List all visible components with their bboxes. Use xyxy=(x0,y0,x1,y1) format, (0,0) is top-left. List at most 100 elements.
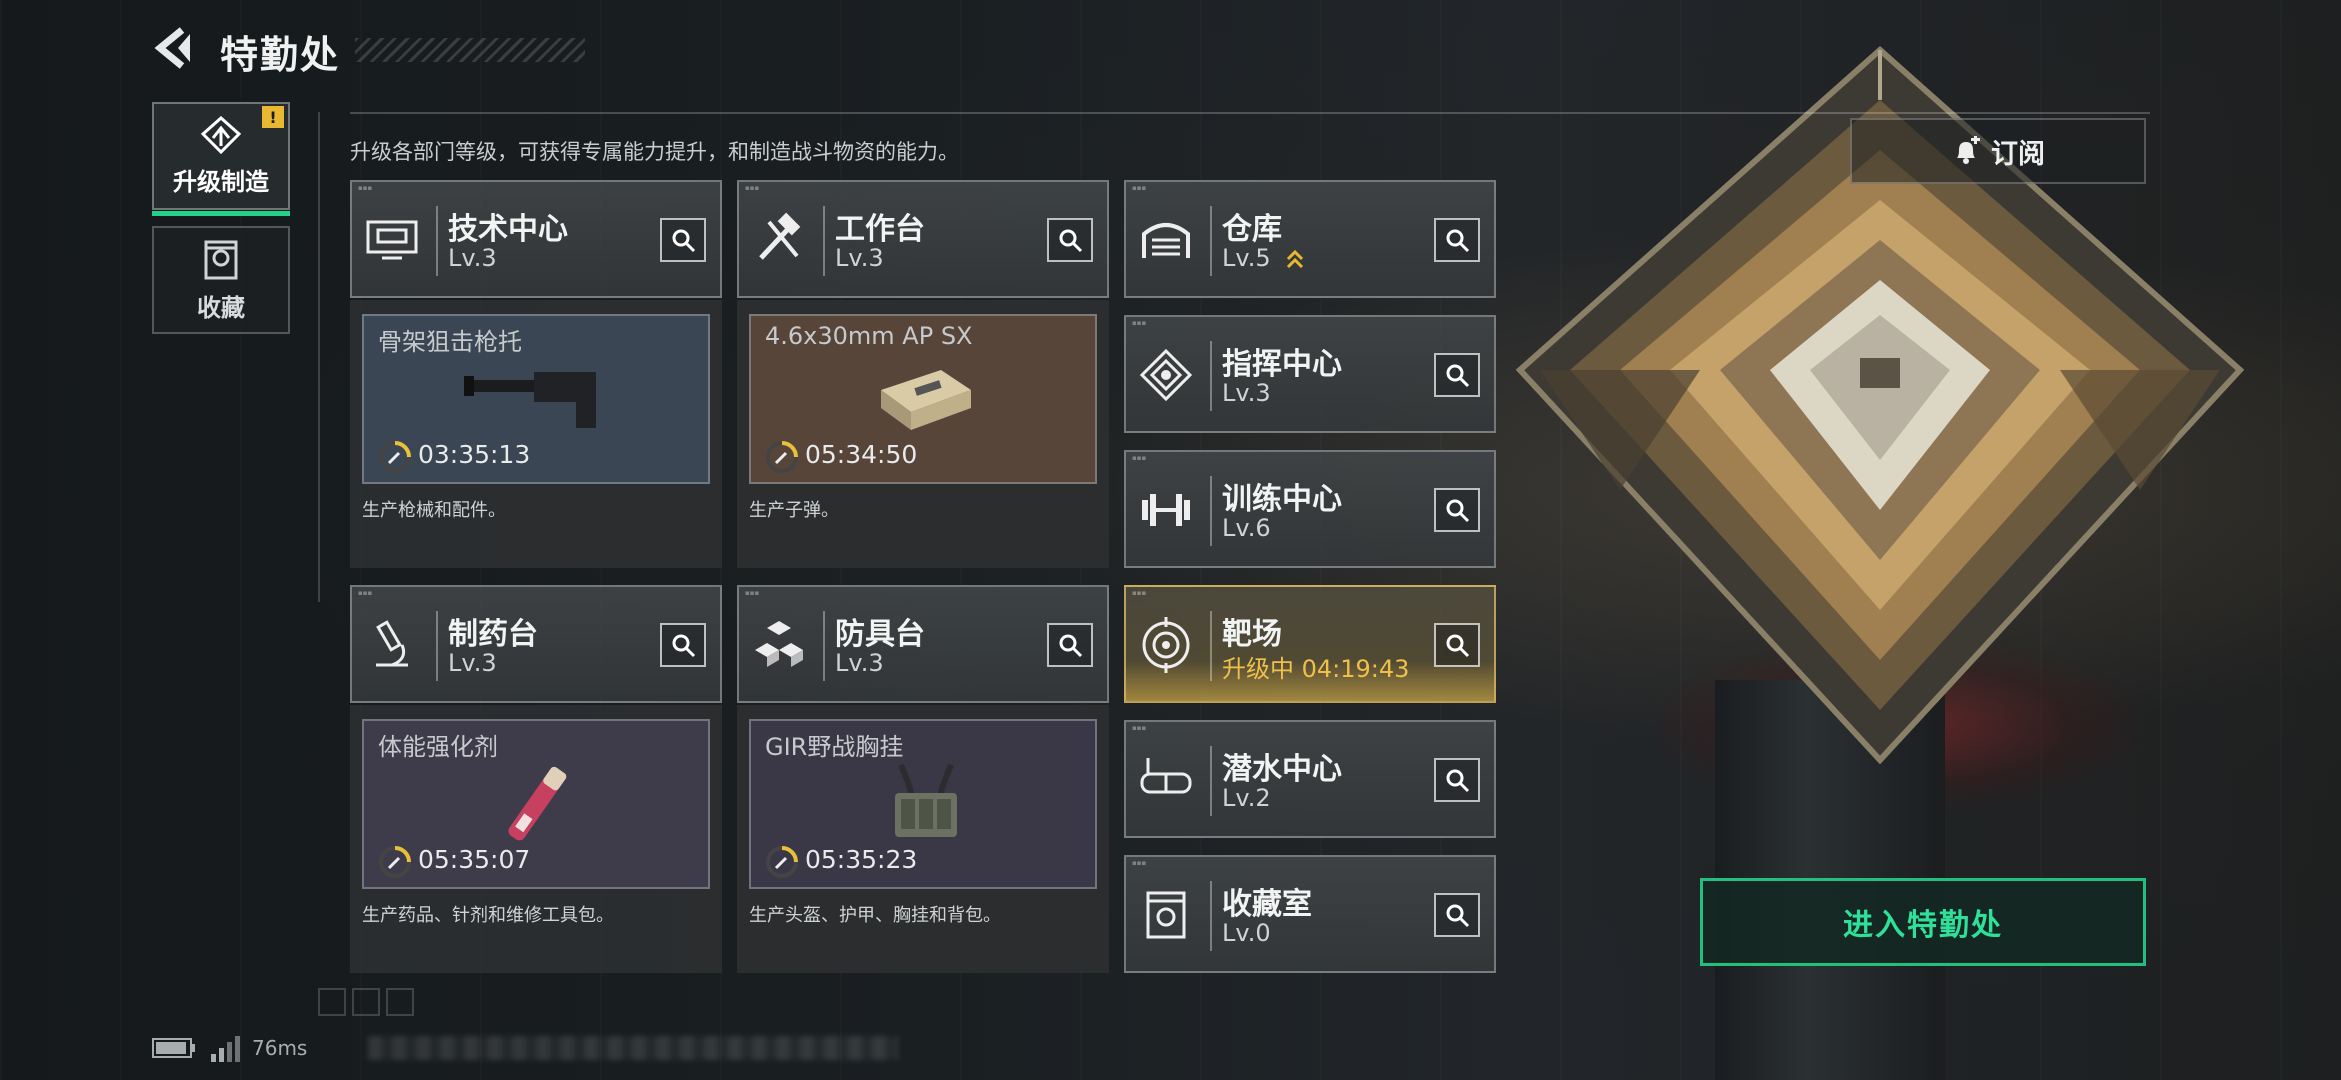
dept-training-center[interactable]: ▪▪▪ 训练中心 Lv.6 xyxy=(1124,450,1496,568)
production-slot-pharmacy[interactable]: 体能强化剂 05:35:07 生产药品、针剂和维修工具包。 xyxy=(350,705,722,973)
search-button[interactable] xyxy=(660,623,706,667)
production-item-box[interactable]: GIR野战胸挂 05:35:23 xyxy=(749,719,1097,889)
dept-name: 训练中心 xyxy=(1222,482,1342,517)
production-description: 生产子弹。 xyxy=(749,500,839,521)
production-item-box[interactable]: 体能强化剂 05:35:07 xyxy=(362,719,710,889)
armor-bench-icon xyxy=(755,621,803,667)
tab-collection-label: 收藏 xyxy=(197,293,245,322)
tab-upgrade-label: 升级制造 xyxy=(173,167,269,196)
production-item-name: GIR野战胸挂 xyxy=(765,733,904,761)
production-item-box[interactable]: 4.6x30mm AP SX 05:34:50 xyxy=(749,314,1097,484)
enter-special-ops-button[interactable]: 进入特勤处 xyxy=(1700,878,2146,966)
search-button[interactable] xyxy=(1434,893,1480,937)
card-separator xyxy=(1210,476,1212,546)
wrench-timer-icon xyxy=(379,441,411,473)
dept-warehouse[interactable]: ▪▪▪ 仓库 Lv.5 xyxy=(1124,180,1496,298)
dept-tech-center[interactable]: ▪▪▪ 技术中心 Lv.3 xyxy=(350,180,722,298)
dept-level-row: Lv.5 xyxy=(1222,244,1306,272)
card-tag: ▪▪▪ xyxy=(1132,589,1147,597)
card-separator xyxy=(1210,881,1212,951)
tab-upgrade-craft[interactable]: ! 升级制造 xyxy=(152,102,290,216)
search-icon xyxy=(1446,499,1470,523)
bell-plus-icon xyxy=(1957,136,1980,164)
dept-name: 靶场 xyxy=(1222,617,1282,652)
tech-center-icon xyxy=(366,220,418,260)
search-icon xyxy=(672,229,696,253)
dept-level: Lv.6 xyxy=(1222,514,1271,542)
signal-icon xyxy=(211,1036,240,1062)
dept-diving-center[interactable]: ▪▪▪ 潜水中心 Lv.2 xyxy=(1124,720,1496,838)
header-divider xyxy=(350,112,2150,114)
search-button[interactable] xyxy=(1434,353,1480,397)
search-button[interactable] xyxy=(660,218,706,262)
dept-name: 指挥中心 xyxy=(1222,347,1342,382)
decor-square xyxy=(386,988,414,1016)
subscribe-button[interactable]: 订阅 xyxy=(1850,118,2146,184)
ping-readout: 76ms xyxy=(252,1036,308,1060)
page-subtitle: 升级各部门等级，可获得专属能力提升，和制造战斗物资的能力。 xyxy=(350,140,959,164)
enter-button-label: 进入特勤处 xyxy=(1843,908,2003,943)
card-tag: ▪▪▪ xyxy=(1132,184,1147,192)
search-button[interactable] xyxy=(1434,623,1480,667)
dept-armor-bench[interactable]: ▪▪▪ 防具台 Lv.3 xyxy=(737,585,1109,703)
card-tag: ▪▪▪ xyxy=(1132,454,1147,462)
upgrade-chevron-icon xyxy=(1287,249,1304,269)
production-timer: 03:35:13 xyxy=(418,440,531,469)
battery-icon xyxy=(152,1038,195,1058)
dept-workbench[interactable]: ▪▪▪ 工作台 Lv.3 xyxy=(737,180,1109,298)
card-tag: ▪▪▪ xyxy=(358,589,373,597)
production-description: 生产药品、针剂和维修工具包。 xyxy=(362,905,614,926)
wrench-timer-icon xyxy=(766,441,798,473)
dept-name: 仓库 xyxy=(1222,212,1282,247)
production-item-name: 骨架狙击枪托 xyxy=(378,328,522,356)
search-icon xyxy=(1446,769,1470,793)
dept-command-center[interactable]: ▪▪▪ 指挥中心 Lv.3 xyxy=(1124,315,1496,433)
collection-room-icon xyxy=(1146,891,1186,939)
left-rail-divider xyxy=(318,112,320,602)
production-slot-armor-bench[interactable]: GIR野战胸挂 05:35:23 生产头盔、护甲、胸挂和背包。 xyxy=(737,705,1109,973)
wrench-timer-icon xyxy=(379,846,411,878)
tab-collection[interactable]: 收藏 xyxy=(152,226,290,334)
dept-level: Lv.3 xyxy=(835,649,884,677)
chest-rig-image xyxy=(895,763,957,837)
card-separator xyxy=(436,611,438,681)
page-title: 特勤处 xyxy=(220,33,341,77)
production-timer: 05:35:07 xyxy=(418,845,531,874)
dept-level: Lv.0 xyxy=(1222,919,1271,947)
status-bar: 76ms xyxy=(152,1032,307,1064)
dept-upgrade-timer: 升级中 04:19:43 xyxy=(1222,655,1410,683)
card-tag: ▪▪▪ xyxy=(745,184,760,192)
search-button[interactable] xyxy=(1434,758,1480,802)
blurred-info-strip xyxy=(368,1036,898,1060)
search-icon xyxy=(1446,904,1470,928)
decor-square xyxy=(352,988,380,1016)
command-center-icon xyxy=(1139,348,1193,402)
ammo-box-image xyxy=(881,370,971,430)
search-button[interactable] xyxy=(1434,218,1480,262)
back-arrow-icon[interactable] xyxy=(150,24,198,72)
dept-shooting-range[interactable]: ▪▪▪ 靶场 升级中 04:19:43 xyxy=(1124,585,1496,703)
search-icon xyxy=(1059,229,1083,253)
collection-icon xyxy=(204,240,238,279)
training-center-icon xyxy=(1142,494,1190,526)
card-separator xyxy=(823,206,825,276)
production-slot-tech-center[interactable]: 骨架狙击枪托 03:35:13 生产枪械和配件。 xyxy=(350,300,722,568)
search-button[interactable] xyxy=(1047,218,1093,262)
tab-selected-indicator xyxy=(152,211,290,216)
diving-center-icon xyxy=(1140,758,1192,794)
dept-level: Lv.3 xyxy=(448,649,497,677)
dept-name: 工作台 xyxy=(835,212,925,247)
dept-collection-room[interactable]: ▪▪▪ 收藏室 Lv.0 xyxy=(1124,855,1496,973)
dept-level: Lv.3 xyxy=(1222,379,1271,407)
dept-pharmacy[interactable]: ▪▪▪ 制药台 Lv.3 xyxy=(350,585,722,703)
production-item-box[interactable]: 骨架狙击枪托 03:35:13 xyxy=(362,314,710,484)
card-tag: ▪▪▪ xyxy=(1132,724,1147,732)
dept-name: 潜水中心 xyxy=(1222,752,1342,787)
alert-badge: ! xyxy=(262,106,284,128)
card-separator xyxy=(436,206,438,276)
production-slot-workbench[interactable]: 4.6x30mm AP SX 05:34:50 生产子弹。 xyxy=(737,300,1109,568)
dept-level: Lv.3 xyxy=(835,244,884,272)
search-button[interactable] xyxy=(1434,488,1480,532)
shooting-range-icon xyxy=(1142,617,1190,673)
search-button[interactable] xyxy=(1047,623,1093,667)
